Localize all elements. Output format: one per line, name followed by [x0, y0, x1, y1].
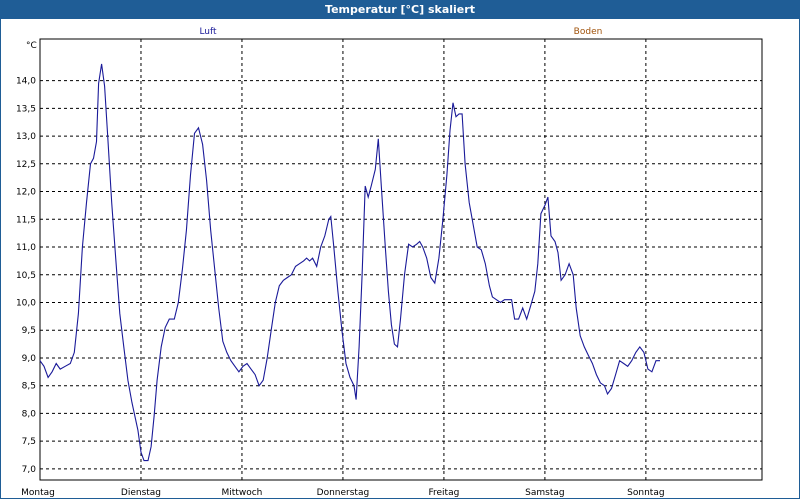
x-tick-day: Montag — [21, 488, 55, 498]
y-tick-label: 11,0 — [16, 243, 36, 253]
y-axis-unit: °C — [26, 41, 37, 51]
y-tick-label: 11,5 — [16, 215, 36, 225]
x-tick-day: Freitag — [429, 488, 460, 498]
x-tick-day: Samstag — [525, 488, 564, 498]
y-tick-label: 10,0 — [16, 298, 36, 308]
y-tick-label: 12,5 — [16, 160, 36, 170]
y-tick-label: 8,0 — [22, 409, 37, 419]
y-tick-label: 9,0 — [22, 354, 37, 364]
y-axis: 7,0 7,5 8,0 8,5 9,0 9,5 10,0 10,5 11,0 11,5 12,0 12… — [16, 77, 36, 475]
y-tick-label: 7,0 — [22, 465, 37, 475]
x-tick-day: Mittwoch — [222, 488, 263, 498]
y-tick-label: 14,0 — [16, 77, 36, 87]
window-title: Temperatur [°C] skaliert — [0, 0, 800, 19]
y-tick-label: 13,0 — [16, 132, 36, 142]
y-tick-label: 12,0 — [16, 188, 36, 198]
y-tick-label: 7,5 — [22, 437, 36, 447]
x-axis: Montag10.11.14Dienstag11.11.14Mittwoch12… — [21, 488, 664, 498]
y-tick-label: 13,5 — [16, 104, 36, 114]
legend-entry-boden: Boden — [574, 27, 603, 37]
x-tick-day: Donnerstag — [317, 488, 370, 498]
legend-entry-luft: Luft — [199, 27, 217, 37]
x-tick-day: Sonntag — [627, 488, 664, 498]
temperature-chart: 7,0 7,5 8,0 8,5 9,0 9,5 10,0 10,5 11,0 11,5 12,0 12… — [16, 27, 763, 498]
y-tick-label: 8,5 — [22, 382, 36, 392]
x-tick-day: Dienstag — [121, 488, 161, 498]
y-tick-label: 10,5 — [16, 271, 36, 281]
y-tick-label: 9,5 — [22, 326, 36, 336]
